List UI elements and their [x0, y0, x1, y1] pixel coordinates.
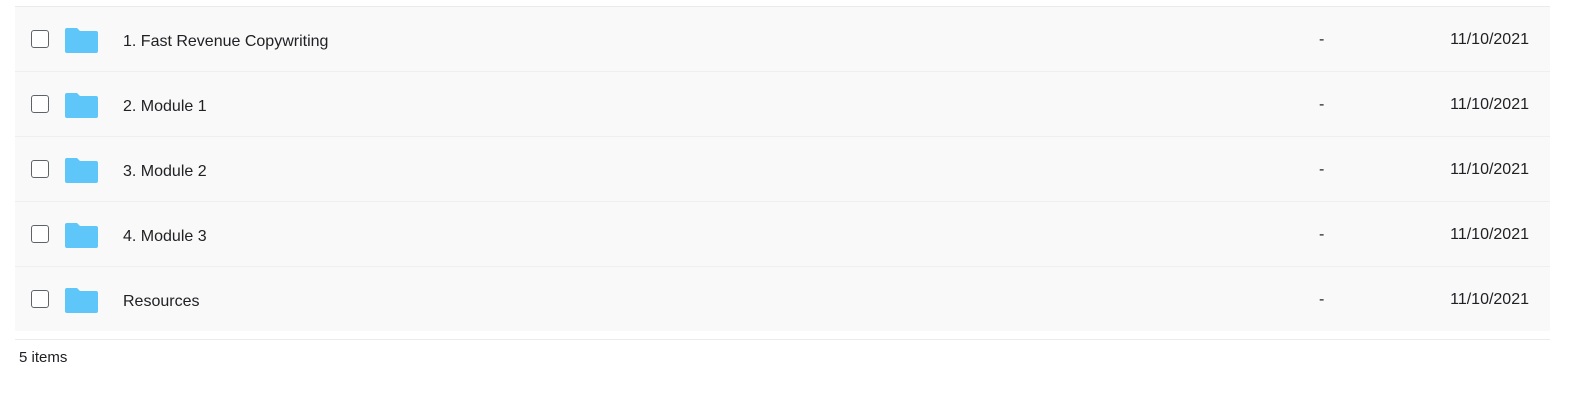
row-checkbox[interactable]	[31, 225, 49, 243]
file-date: 11/10/2021	[1450, 226, 1529, 243]
file-size: -	[1319, 31, 1325, 48]
file-date: 11/10/2021	[1450, 96, 1529, 113]
file-size: -	[1319, 291, 1325, 308]
file-name[interactable]: 1. Fast Revenue Copywriting	[123, 32, 328, 52]
file-name[interactable]: 3. Module 2	[123, 162, 207, 182]
folder-icon	[65, 93, 98, 118]
file-name[interactable]: 4. Module 3	[123, 227, 207, 247]
file-date: 11/10/2021	[1450, 161, 1529, 178]
file-row[interactable]: 3. Module 2 - 11/10/2021	[15, 137, 1550, 202]
file-name[interactable]: 2. Module 1	[123, 97, 207, 117]
file-row[interactable]: 2. Module 1 - 11/10/2021	[15, 72, 1550, 137]
row-checkbox[interactable]	[31, 160, 49, 178]
file-date: 11/10/2021	[1450, 291, 1529, 308]
folder-icon	[65, 288, 98, 313]
file-name[interactable]: Resources	[123, 292, 199, 312]
folder-icon	[65, 158, 98, 183]
item-count: 5 items	[19, 349, 68, 366]
file-list: 1. Fast Revenue Copywriting - 11/10/2021…	[15, 7, 1550, 331]
folder-icon	[65, 28, 98, 53]
file-size: -	[1319, 96, 1325, 113]
file-row[interactable]: 1. Fast Revenue Copywriting - 11/10/2021	[15, 7, 1550, 72]
row-checkbox[interactable]	[31, 290, 49, 308]
file-size: -	[1319, 161, 1325, 178]
file-row[interactable]: 4. Module 3 - 11/10/2021	[15, 202, 1550, 267]
row-checkbox[interactable]	[31, 30, 49, 48]
file-date: 11/10/2021	[1450, 31, 1529, 48]
file-size: -	[1319, 226, 1325, 243]
list-bottom-divider	[15, 339, 1550, 340]
folder-icon	[65, 223, 98, 248]
file-row[interactable]: Resources - 11/10/2021	[15, 267, 1550, 331]
row-checkbox[interactable]	[31, 95, 49, 113]
